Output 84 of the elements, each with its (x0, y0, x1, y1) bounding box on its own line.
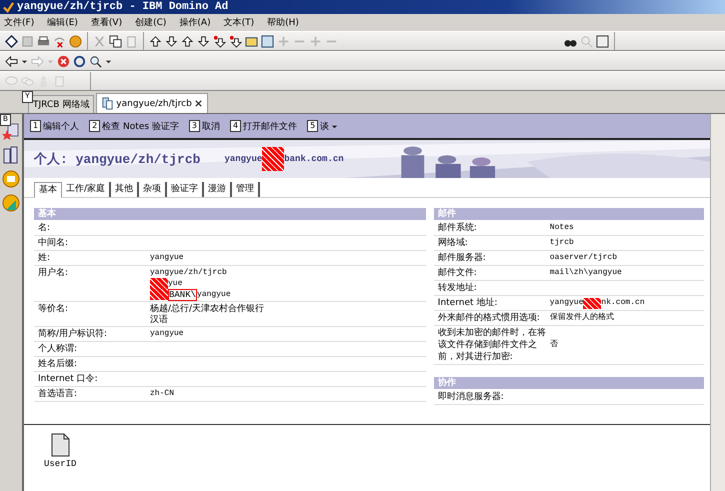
menu-item[interactable]: 文件(F) (4, 16, 34, 29)
document-icon (101, 97, 114, 110)
field-value: zh-CN (150, 388, 174, 400)
field-value: mail\zh\yangyue (550, 267, 622, 279)
field-label: 用户名: (38, 267, 70, 279)
highlight-box: BANK\ (168, 288, 198, 300)
search-icon[interactable] (89, 54, 102, 68)
field-label: 网络域: (438, 237, 469, 249)
action-button[interactable]: 2 检查 Notes 验证字 (87, 120, 181, 132)
star-icon[interactable] (2, 122, 20, 140)
form-tab[interactable]: 基本 (34, 182, 62, 198)
menu-item[interactable]: 帮助(H) (267, 16, 299, 29)
print-icon[interactable] (37, 34, 50, 48)
document-tab[interactable]: yangyue/zh/tjrcb (96, 93, 208, 113)
email-text: bank.com.cn (284, 154, 344, 164)
scrollbar[interactable] (710, 114, 725, 491)
field-label: 姓名后缀: (38, 358, 78, 370)
diamond-icon[interactable] (5, 34, 18, 48)
arrow-icon[interactable] (181, 34, 194, 48)
action-button[interactable]: 3 取消 (186, 120, 222, 132)
window-title: yangyue/zh/tjrcb - IBM Domino Ad (17, 1, 228, 13)
field-label: 即时消息服务器: (438, 391, 505, 403)
section-heading: 邮件 (434, 208, 704, 220)
field-value: 汉语 (150, 314, 168, 326)
document-tab[interactable]: TJRCB 网络域 (28, 95, 94, 113)
arrow-icon[interactable] (149, 34, 162, 48)
field-label: Internet 口令: (38, 373, 99, 385)
window-icon[interactable] (596, 34, 609, 48)
field-label: 简称/用户标识符: (38, 328, 108, 340)
field-label: 个人称谓: (38, 343, 78, 355)
field-value: nk.com.cn (601, 297, 645, 309)
field-value: yangyue (150, 252, 184, 264)
field-label: 名: (38, 222, 52, 234)
field-value: yangyue (150, 328, 184, 340)
arrow-icon[interactable] (197, 34, 210, 48)
field-value: 保留发件人的格式 (550, 312, 614, 324)
menu-item[interactable]: 操作(A) (179, 16, 211, 29)
field-value: 否 (550, 339, 558, 351)
field-value: yangyue/zh/tjrcb (150, 266, 227, 278)
redaction-mark (262, 147, 284, 171)
section-heading: 基本 (34, 208, 426, 220)
email-text: yangyue (224, 154, 262, 164)
shortcut-hint: Y (22, 91, 33, 103)
field-label: 外来邮件的格式惯用选项: (438, 312, 541, 324)
field-value: 杨越/总行/天津农村合作银行 (150, 302, 264, 314)
books-icon[interactable] (2, 146, 20, 164)
starred-arrow-icon[interactable] (213, 34, 226, 48)
field-label: 转发地址: (438, 282, 478, 294)
menu-item[interactable]: 创建(C) (135, 16, 166, 29)
action-button[interactable]: 1 编辑个人 (28, 120, 82, 132)
action-button[interactable]: 5 谈 (305, 120, 340, 132)
back-icon[interactable] (5, 54, 18, 68)
file-icon[interactable] (50, 433, 70, 457)
stop-icon[interactable] (57, 54, 70, 68)
field-value: tjrcb (550, 237, 574, 249)
menu-item[interactable]: 编辑(E) (47, 16, 78, 29)
field-value: Notes (550, 222, 574, 234)
attachment-name[interactable]: UserID (44, 459, 76, 469)
field-value: yangyue (550, 297, 584, 309)
field-value: yue (168, 278, 182, 290)
starred-arrow-icon[interactable] (229, 34, 242, 48)
arrow-icon[interactable] (165, 34, 178, 48)
menu-item[interactable]: 查看(V) (90, 16, 122, 29)
field-label: 邮件系统: (438, 222, 478, 234)
action-button[interactable]: 4 打开邮件文件 (228, 120, 300, 132)
copy-icon[interactable] (109, 34, 122, 48)
person-heading: 个人: yangyue/zh/tjrcb (34, 151, 200, 168)
redaction-mark (583, 298, 602, 308)
shortcut-hint: B (0, 114, 11, 126)
field-label: 邮件服务器: (438, 252, 487, 264)
check-icon (3, 2, 14, 12)
field-label: 收到未加密的邮件时，在将该文件存储到邮件文件之前，对其进行加密: (438, 327, 547, 363)
section-heading: 协作 (434, 377, 704, 389)
close-icon[interactable] (194, 99, 203, 108)
field-label: 姓: (38, 252, 52, 264)
field-label: 等价名: (38, 303, 70, 315)
field-label: Internet 地址: (438, 297, 498, 309)
field-label: 中间名: (38, 237, 70, 249)
menu-item[interactable]: 文本(T) (224, 16, 254, 29)
field-value: oaserver/tjrcb (550, 252, 618, 264)
field-value: yangyue (197, 288, 231, 300)
folder-icon[interactable] (245, 34, 258, 48)
field-label: 邮件文件: (438, 267, 478, 279)
field-label: 首选语言: (38, 388, 78, 400)
